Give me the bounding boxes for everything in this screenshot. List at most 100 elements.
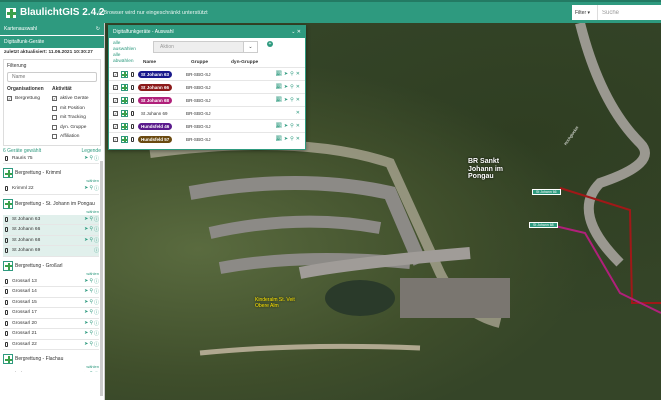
- list-item[interactable]: St Johann 63 ➤ ⚲ ⓘ: [3, 214, 99, 225]
- tracking-icon[interactable]: ➤: [84, 216, 88, 223]
- table-row[interactable]: ✓ St Johann 69 BR-SBG-SJ ✕: [109, 106, 305, 119]
- chart-icon[interactable]: 📈︎: [276, 136, 282, 142]
- list-item[interactable]: Grossarl 17 ➤ ⚲ ⓘ: [3, 308, 99, 319]
- location-icon[interactable]: ⚲: [89, 237, 93, 244]
- chart-icon[interactable]: 📈︎: [276, 71, 282, 77]
- list-item[interactable]: Grossarl 15 ➤ ⚲ ⓘ: [3, 298, 99, 308]
- info-icon[interactable]: ⓘ: [94, 309, 99, 316]
- tracking-icon[interactable]: ➤: [84, 155, 88, 162]
- location-icon[interactable]: ⚲: [290, 123, 294, 129]
- location-icon[interactable]: ⚲: [89, 288, 93, 295]
- row-checkbox[interactable]: ✓: [113, 97, 118, 103]
- tracking-icon[interactable]: ➤: [84, 341, 88, 348]
- table-row[interactable]: ✓ St Johann 63 BR-SBG-SJ 📈︎ ➤ ⚲ ✕: [109, 67, 305, 80]
- info-icon[interactable]: ⓘ: [94, 247, 99, 254]
- tracking-icon[interactable]: ➤: [84, 299, 88, 306]
- activity-checkbox[interactable]: ✓ aktive Geräte: [52, 94, 97, 104]
- tracking-icon[interactable]: ➤: [84, 288, 88, 295]
- tracking-icon[interactable]: ➤: [84, 330, 88, 337]
- list-item[interactable]: Krimml 22 ➤ ⚲ ⓘ: [3, 184, 99, 195]
- scrollbar[interactable]: [100, 161, 103, 396]
- list-item[interactable]: St Johann 68 ➤ ⚲ ⓘ: [3, 235, 99, 246]
- info-icon[interactable]: ⓘ: [94, 237, 99, 244]
- list-item[interactable]: Grossarl 20 ➤ ⚲ ⓘ: [3, 319, 99, 329]
- info-icon[interactable]: ⓘ: [94, 288, 99, 295]
- map-selection-header[interactable]: Kartenauswahl ↻: [0, 23, 104, 35]
- location-icon[interactable]: ⚲: [89, 278, 93, 285]
- location-icon[interactable]: ⚲: [290, 136, 294, 142]
- list-item[interactable]: Grossarl 13 ➤ ⚲ ⓘ: [3, 277, 99, 287]
- list-item[interactable]: St Johann 69 ⓘ: [3, 246, 99, 257]
- remove-icon[interactable]: ✕: [296, 84, 300, 90]
- device-tag[interactable]: St Johann 68: [529, 222, 558, 228]
- tracking-icon[interactable]: ➤: [84, 309, 88, 316]
- remove-icon[interactable]: ✕: [296, 123, 300, 129]
- info-icon[interactable]: ⓘ: [94, 185, 99, 192]
- location-icon[interactable]: ⚲: [89, 309, 93, 316]
- remove-icon[interactable]: ✕: [296, 110, 300, 116]
- location-icon[interactable]: ⚲: [290, 84, 294, 90]
- info-icon[interactable]: ⓘ: [94, 278, 99, 285]
- location-icon[interactable]: ⚲: [89, 226, 93, 233]
- tracking-icon[interactable]: ➤: [284, 136, 288, 142]
- filter-dropdown[interactable]: Filter ▾: [572, 5, 598, 20]
- activity-checkbox[interactable]: dyn. Gruppe: [52, 123, 97, 133]
- row-checkbox[interactable]: ✓: [113, 110, 118, 116]
- action-select[interactable]: Aktion ⌄: [153, 41, 258, 53]
- tracking-icon[interactable]: ➤: [84, 278, 88, 285]
- refresh-icon[interactable]: ↻: [96, 26, 100, 32]
- row-checkbox[interactable]: ✓: [113, 136, 118, 142]
- location-icon[interactable]: ⚲: [89, 155, 93, 162]
- remove-icon[interactable]: ✕: [296, 136, 300, 142]
- row-checkbox[interactable]: ✓: [113, 84, 118, 90]
- location-icon[interactable]: ⚲: [290, 71, 294, 77]
- info-icon[interactable]: ⓘ: [94, 320, 99, 327]
- collapse-icon[interactable]: ⌄: [291, 29, 295, 35]
- location-icon[interactable]: ⚲: [290, 97, 294, 103]
- poi-label[interactable]: Kinderalm St. Veit Obere Alm: [255, 297, 295, 309]
- select-all-link[interactable]: alle auswählen: [113, 41, 136, 53]
- remove-icon[interactable]: ✕: [296, 71, 300, 77]
- tracking-icon[interactable]: ➤: [284, 71, 288, 77]
- list-item[interactable]: Flachau 86➤⚲ⓘ: [3, 370, 99, 372]
- activity-checkbox[interactable]: Affiliation: [52, 132, 97, 142]
- info-icon[interactable]: ⓘ: [94, 155, 99, 162]
- tracking-icon[interactable]: ➤: [84, 185, 88, 192]
- deselect-all-link[interactable]: alle abwählen: [113, 53, 135, 65]
- list-item[interactable]: Grossarl 21 ➤ ⚲ ⓘ: [3, 329, 99, 340]
- location-icon[interactable]: ⚲: [89, 320, 93, 327]
- location-icon[interactable]: ⚲: [89, 185, 93, 192]
- row-checkbox[interactable]: ✓: [113, 71, 118, 77]
- chart-icon[interactable]: 📈︎: [276, 123, 282, 129]
- section-header[interactable]: Digitalfunk-Geräte: [0, 36, 104, 48]
- location-icon[interactable]: ⚲: [89, 330, 93, 337]
- table-row[interactable]: ✓ Hundsfeld 57 BR-SBG-SJ 📈︎ ➤ ⚲ ✕: [109, 132, 305, 145]
- tracking-icon[interactable]: ➤: [284, 123, 288, 129]
- tracking-icon[interactable]: ➤: [84, 320, 88, 327]
- location-icon[interactable]: ⚲: [89, 216, 93, 223]
- org-checkbox[interactable]: ✓ Bergrettung: [7, 94, 52, 104]
- close-icon[interactable]: ✕: [297, 29, 301, 35]
- tracking-icon[interactable]: ➤: [84, 226, 88, 233]
- chart-icon[interactable]: 📈︎: [276, 97, 282, 103]
- search-input[interactable]: [598, 6, 658, 19]
- tracking-icon[interactable]: ➤: [284, 97, 288, 103]
- info-icon[interactable]: ⓘ: [94, 341, 99, 348]
- tracking-icon[interactable]: ➤: [84, 237, 88, 244]
- activity-checkbox[interactable]: mit Position: [52, 104, 97, 114]
- location-icon[interactable]: ⚲: [89, 341, 93, 348]
- tracking-icon[interactable]: ➤: [284, 84, 288, 90]
- list-item[interactable]: St Johann 66 ➤ ⚲ ⓘ: [3, 225, 99, 236]
- chart-icon[interactable]: 📈︎: [276, 84, 282, 90]
- dialog-header[interactable]: Digitalfunkgeräte - Auswahl ⌄ ✕: [109, 26, 305, 38]
- remove-icon[interactable]: ✕: [296, 97, 300, 103]
- device-tag[interactable]: St Johann 66: [532, 189, 561, 195]
- info-icon[interactable]: ⓘ: [94, 330, 99, 337]
- info-icon[interactable]: ⓘ: [94, 216, 99, 223]
- activity-checkbox[interactable]: mit Tracking: [52, 113, 97, 123]
- table-row[interactable]: ✓ Hundsfeld 46 BR-SBG-SJ 📈︎ ➤ ⚲ ✕: [109, 119, 305, 132]
- location-icon[interactable]: ⚲: [89, 299, 93, 306]
- name-filter-input[interactable]: [7, 72, 97, 82]
- row-checkbox[interactable]: ✓: [113, 123, 118, 129]
- info-icon[interactable]: ⓘ: [94, 299, 99, 306]
